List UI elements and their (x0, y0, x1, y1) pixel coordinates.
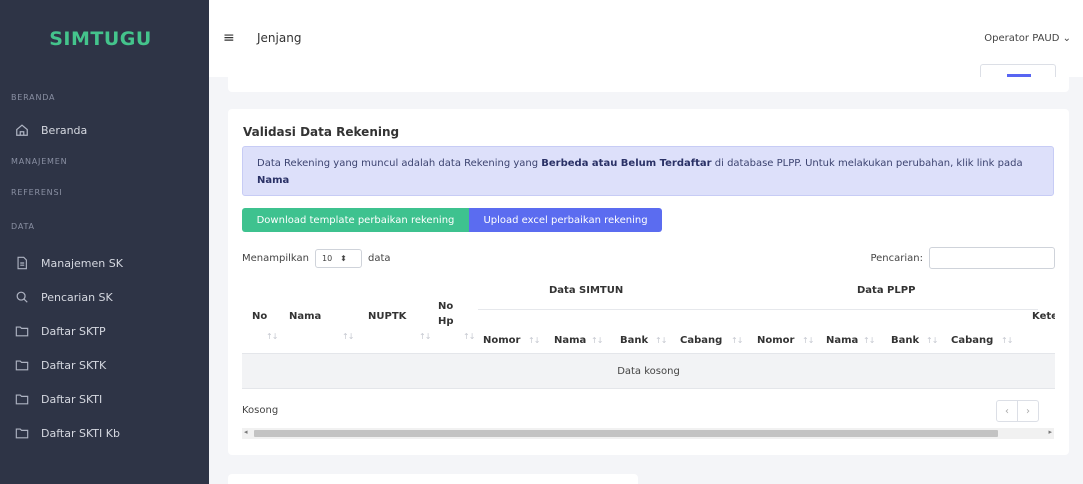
sort-icon[interactable]: ↑↓ (342, 332, 354, 341)
scroll-right-icon[interactable]: ▸ (1048, 428, 1052, 436)
scroll-left-icon[interactable]: ◂ (244, 428, 248, 436)
col-header-simtun-nama[interactable]: Nama (554, 335, 586, 346)
col-header-no[interactable]: No (252, 311, 267, 322)
pagination-next-button[interactable]: › (1017, 400, 1039, 422)
page-length-select[interactable]: 10 ⬍ (314, 249, 362, 268)
horizontal-scrollbar[interactable]: ◂ ▸ (242, 428, 1054, 439)
sidebar-item-label: Pencarian SK (41, 290, 113, 304)
col-header-simtun-nomor[interactable]: Nomor (483, 335, 520, 346)
sort-icon[interactable]: ↑↓ (591, 336, 603, 345)
brand-text: SIMTUGU (49, 27, 152, 50)
search-input[interactable] (929, 247, 1055, 269)
sidebar-item-label: Daftar SKTK (41, 358, 107, 372)
sidebar-item-daftar-sktk[interactable]: Daftar SKTK (14, 357, 106, 373)
sort-icon[interactable]: ↑↓ (528, 336, 540, 345)
brand-logo[interactable]: SIMTUGU (0, 0, 209, 77)
folder-icon (14, 357, 30, 373)
sidebar-item-beranda[interactable]: Beranda (14, 122, 87, 138)
topbar: ≡ Jenjang Operator PAUD ⌄ (209, 0, 1083, 77)
upload-excel-button[interactable]: Upload excel perbaikan rekening (469, 208, 662, 232)
alert-text: di database PLPP. Untuk melakukan peruba… (711, 158, 1023, 169)
document-icon (14, 255, 30, 271)
download-template-button[interactable]: Download template perbaikan rekening (242, 208, 469, 232)
sort-icon[interactable]: ↑↓ (926, 336, 938, 345)
pagination-prev-button[interactable]: ‹ (996, 400, 1018, 422)
nav-header-beranda: BERANDA (11, 93, 56, 102)
group-divider (478, 309, 1038, 310)
sort-icon[interactable]: ↑↓ (802, 336, 814, 345)
home-icon (14, 122, 30, 138)
search-icon (14, 289, 30, 305)
sidebar-item-manajemen-sk[interactable]: Manajemen SK (14, 255, 123, 271)
select-arrow-icon: ⬍ (340, 254, 347, 263)
folder-icon (14, 323, 30, 339)
data-table: No ↑↓ Nama ↑↓ NUPTK ↑↓ No Hp ↑↓ Data SIM… (242, 275, 1055, 392)
alert-bold-text: Nama (257, 175, 290, 186)
col-header-plpp-nomor[interactable]: Nomor (757, 335, 794, 346)
sidebar-item-daftar-sktp[interactable]: Daftar SKTP (14, 323, 106, 339)
search-label: Pencarian: (870, 252, 923, 264)
alert-text: Data Rekening yang muncul adalah data Re… (257, 158, 542, 169)
empty-message: Data kosong (617, 365, 680, 377)
next-card (228, 474, 638, 484)
sidebar-item-pencarian-sk[interactable]: Pencarian SK (14, 289, 113, 305)
col-header-nohp-line1[interactable]: No (438, 301, 453, 312)
sort-icon[interactable]: ↑↓ (655, 336, 667, 345)
sort-icon[interactable]: ↑↓ (266, 332, 278, 341)
col-header-nuptk[interactable]: NUPTK (368, 311, 406, 322)
sidebar: SIMTUGU BERANDA Beranda MANAJEMEN REFERE… (0, 0, 209, 484)
scrollbar-thumb[interactable] (254, 430, 998, 437)
sidebar-item-label: Manajemen SK (41, 256, 123, 270)
col-header-nohp-line2[interactable]: Hp (438, 316, 454, 327)
page-length-value: 10 (321, 254, 333, 263)
col-header-plpp-cabang[interactable]: Cabang (951, 335, 993, 346)
col-header-simtun-cabang[interactable]: Cabang (680, 335, 722, 346)
info-alert: Data Rekening yang muncul adalah data Re… (242, 146, 1054, 196)
col-header-plpp-bank[interactable]: Bank (891, 335, 919, 346)
page-length-control: Menampilkan 10 ⬍ data (242, 249, 391, 268)
sort-icon[interactable]: ↑↓ (731, 336, 743, 345)
sidebar-item-label: Daftar SKTI (41, 392, 103, 406)
length-suffix: data (367, 253, 391, 264)
sort-icon[interactable]: ↑↓ (1001, 336, 1013, 345)
folder-icon (14, 391, 30, 407)
sidebar-item-daftar-skti[interactable]: Daftar SKTI (14, 391, 102, 407)
col-header-plpp-nama[interactable]: Nama (826, 335, 858, 346)
nav-header-referensi: REFERENSI (11, 188, 63, 197)
length-label: Menampilkan (242, 253, 309, 264)
table-info: Kosong (242, 405, 279, 416)
sidebar-item-label: Daftar SKTP (41, 324, 106, 338)
col-header-simtun-bank[interactable]: Bank (620, 335, 648, 346)
sort-icon[interactable]: ↑↓ (863, 336, 875, 345)
empty-row: Data kosong (242, 353, 1055, 389)
group-header-plpp: Data PLPP (857, 285, 916, 296)
group-header-simtun: Data SIMTUN (549, 285, 624, 296)
sidebar-item-label: Daftar SKTI Kb (41, 426, 120, 440)
nav-header-manajemen: MANAJEMEN (11, 157, 68, 166)
menu-toggle-icon[interactable]: ≡ (223, 30, 235, 46)
sort-icon[interactable]: ↑↓ (463, 332, 475, 341)
sidebar-item-daftar-skti-kb[interactable]: Daftar SKTI Kb (14, 425, 120, 441)
nav-header-data: DATA (11, 222, 35, 231)
sort-icon[interactable]: ↑↓ (419, 332, 431, 341)
user-menu[interactable]: Operator PAUD ⌄ (984, 33, 1071, 44)
page-title: Jenjang (257, 31, 302, 45)
alert-bold-text: Berbeda atau Belum Terdaftar (541, 158, 712, 169)
previous-card (228, 77, 1069, 92)
validasi-card: Validasi Data Rekening Data Rekening yan… (228, 109, 1069, 455)
sidebar-item-label: Beranda (41, 123, 88, 137)
folder-icon (14, 425, 30, 441)
col-header-nama[interactable]: Nama (289, 311, 321, 322)
previous-card-pagination[interactable] (980, 64, 1056, 77)
search-control: Pencarian: (870, 247, 1055, 269)
col-header-keterangan[interactable]: Kete (1032, 311, 1055, 322)
card-title: Validasi Data Rekening (243, 125, 400, 139)
